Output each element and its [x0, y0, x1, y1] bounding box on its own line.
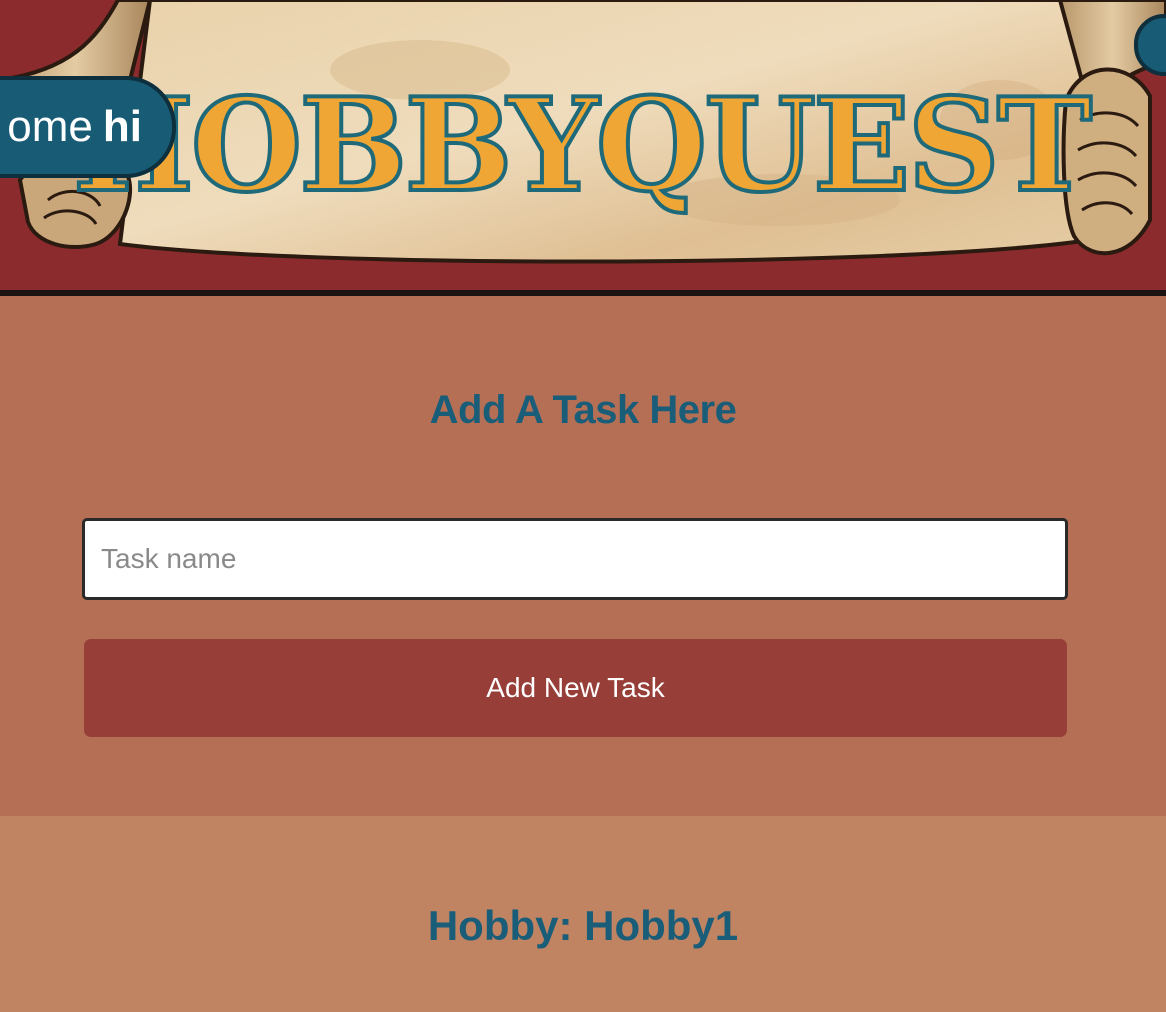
- add-new-task-button[interactable]: Add New Task: [84, 639, 1067, 737]
- hobby-section: Hobby: Hobby1: [0, 816, 1166, 1012]
- hobby-heading: Hobby: Hobby1: [427, 902, 739, 949]
- hobbyquest-logo[interactable]: HOBBYQUEST: [71, 56, 1094, 236]
- add-task-section: Add A Task Here Add New Task: [0, 296, 1166, 816]
- site-header: HOBBYQUEST ome hi: [0, 0, 1166, 290]
- add-task-heading: Add A Task Here: [429, 388, 737, 432]
- username: hi: [102, 102, 142, 151]
- task-name-input[interactable]: [82, 518, 1068, 600]
- welcome-text: ome: [7, 102, 93, 151]
- welcome-user-badge[interactable]: ome hi: [0, 76, 176, 178]
